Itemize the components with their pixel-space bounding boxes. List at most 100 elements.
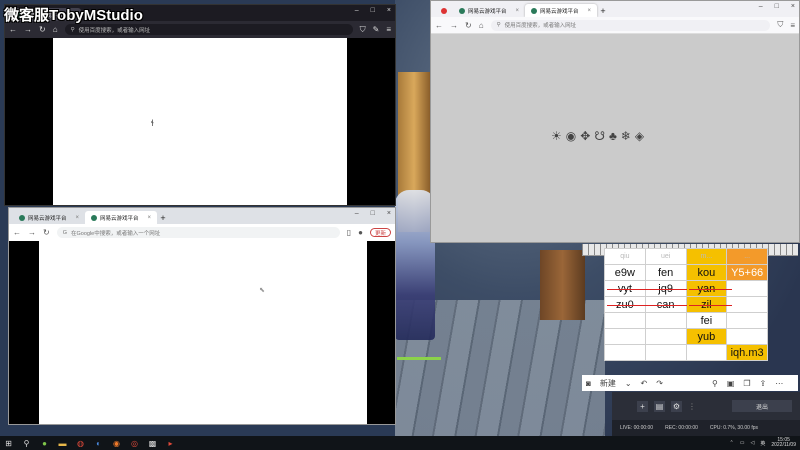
new-tab-button[interactable]: + [597, 4, 609, 17]
back-icon[interactable]: ← [9, 25, 17, 34]
close-window-button[interactable]: × [387, 7, 391, 14]
table-row: zu0 can zil [604, 296, 768, 313]
add-button[interactable]: + [637, 400, 648, 412]
more-vertical-icon[interactable]: ⋮ [688, 402, 696, 411]
page-content[interactable]: ☀ ◉ ✥ ☋ ♣ ❄ ◈ [431, 34, 799, 242]
chevron-up-icon[interactable]: ⌃ [730, 440, 734, 446]
loading-icon: ɬ [151, 118, 154, 128]
tab-cloud-game-2[interactable]: 网易云游戏平台 × [453, 4, 525, 17]
input-method-icon[interactable]: 英 [760, 440, 765, 447]
home-icon[interactable]: ⌂ [53, 25, 58, 34]
forward-icon[interactable]: → [450, 21, 458, 30]
back-icon[interactable]: ← [435, 21, 443, 30]
address-bar[interactable]: ⚲ 使用百度搜索，或者输入网址 [64, 24, 353, 35]
exit-button[interactable]: 退出 [732, 400, 792, 412]
tab-cloud-game-3[interactable]: 网易云游戏平台 × [525, 4, 598, 17]
firefox-icon [441, 7, 447, 14]
hydro-icon: ◉ [565, 129, 577, 143]
table-row: fei [604, 312, 768, 329]
system-tray: ⌃ ▭ ◁ 英 15:05 2022/11/09 [730, 436, 796, 450]
forward-icon[interactable]: → [28, 228, 36, 237]
window-controls: – □ × [355, 7, 391, 14]
table-row: qiu uei m... ... [604, 248, 768, 265]
search-icon: ⚲ [496, 22, 501, 28]
more-icon[interactable]: ⋯ [775, 379, 783, 388]
minimize-button[interactable]: – [355, 210, 359, 217]
table-row: e9w fen kou Y5+66 [604, 264, 768, 281]
volume-icon[interactable]: ◁ [750, 440, 754, 446]
close-tab-icon[interactable]: × [148, 215, 152, 221]
maximize-button[interactable]: □ [775, 3, 779, 10]
edge-icon[interactable]: ◐ [94, 439, 103, 448]
tab-cloud-game-1[interactable] [435, 4, 453, 17]
tab-strip: 网易云游戏平台 × 网易云游戏平台 × + [431, 1, 799, 17]
close-tab-icon[interactable]: × [76, 215, 80, 221]
nav-bar: ← → ↻ ⌂ ⚲ 使用百度搜索，或者输入网址 ⛉ ≡ [431, 17, 799, 34]
page-content[interactable]: ⬉ [39, 241, 367, 424]
site-favicon-icon [459, 7, 465, 14]
clock[interactable]: 15:05 2022/11/09 [771, 438, 796, 448]
share-icon[interactable]: ⇪ [760, 379, 767, 388]
settings-icon[interactable]: ⚙ [671, 400, 682, 412]
address-bar[interactable]: ⚲ 使用百度搜索，或者输入网址 [490, 19, 771, 31]
app-icon[interactable]: ● [40, 439, 49, 448]
back-icon[interactable]: ← [13, 228, 21, 237]
chevron-down-icon[interactable]: ⌄ [625, 379, 632, 388]
live-status: LIVE: 00:00:00 [620, 425, 654, 431]
scene-label[interactable]: 新建 [600, 378, 616, 389]
extension-icon[interactable]: ✎ [373, 25, 380, 34]
chrome-window: 网易云游戏平台 × 网易云游戏平台 × + – □ × ← → ↻ G 在Goo… [8, 207, 396, 425]
delete-button[interactable]: ▤ [654, 400, 665, 412]
rec-status: REC: 00:00:00 [665, 425, 698, 431]
shield-icon[interactable]: ⛉ [777, 20, 783, 30]
reload-icon[interactable]: ↻ [39, 25, 46, 34]
app-icon-2[interactable]: ▩ [148, 439, 157, 448]
profile-icon[interactable]: ● [358, 228, 363, 237]
electro-icon: ☋ [594, 129, 605, 143]
chrome-icon[interactable]: ◍ [76, 439, 85, 448]
close-tab-icon[interactable]: × [588, 8, 592, 14]
sidebar-icon[interactable]: ▯ [347, 228, 351, 237]
tab-cloud-game-2[interactable]: 网易云游戏平台 × [85, 211, 158, 224]
camera-icon[interactable]: ◙ [586, 379, 591, 388]
redo-icon[interactable]: ↷ [656, 379, 663, 388]
anemo-icon: ✥ [580, 129, 591, 143]
update-button[interactable]: 更新 [369, 228, 391, 237]
menu-icon[interactable]: ≡ [386, 25, 391, 34]
page-content[interactable]: ɬ [53, 38, 347, 205]
menu-icon[interactable]: ≡ [790, 21, 795, 30]
home-icon[interactable]: ⌂ [479, 21, 484, 30]
maximize-button[interactable]: □ [371, 7, 375, 14]
windows-start-icon[interactable]: ⊞ [4, 439, 13, 448]
window-controls: – □ × [355, 210, 391, 217]
new-tab-button[interactable]: + [157, 211, 169, 224]
spreadsheet-overlay: qiu uei m... ... e9w fen kou Y5+66 vyt j… [604, 248, 768, 361]
network-icon[interactable]: ▭ [740, 440, 745, 446]
tab-cloud-game-1[interactable]: 网易云游戏平台 × [13, 211, 85, 224]
close-tab-icon[interactable]: × [516, 8, 520, 14]
search-icon[interactable]: ⚲ [22, 439, 31, 448]
geo-icon: ◈ [634, 129, 645, 143]
shield-icon[interactable]: ⛉ [360, 25, 366, 35]
copy-icon[interactable]: ❐ [743, 379, 750, 388]
app-icon-3[interactable]: ▸ [166, 439, 175, 448]
save-icon[interactable]: ▣ [727, 379, 735, 388]
firefox-icon[interactable]: ◉ [112, 439, 121, 448]
reload-icon[interactable]: ↻ [43, 228, 50, 237]
undo-icon[interactable]: ↶ [641, 379, 648, 388]
firefox-window-dark: 网易云游戏平台 × + – □ × ← → ↻ ⌂ ⚲ 使用百度搜索，或者输入网… [4, 4, 396, 206]
windows-taskbar: ⊞ ⚲ ● ▬ ◍ ◐ ◉ ◎ ▩ ▸ ⌃ ▭ ◁ 英 15:05 2022/1… [0, 436, 800, 450]
obs-icon[interactable]: ◎ [130, 439, 139, 448]
maximize-button[interactable]: □ [371, 210, 375, 217]
table-row: yub [604, 328, 768, 345]
zoom-icon[interactable]: ⚲ [712, 379, 718, 388]
minimize-button[interactable]: – [759, 3, 763, 10]
forward-icon[interactable]: → [24, 25, 32, 34]
address-bar[interactable]: G 在Google中搜索，或者输入一个网址 [56, 227, 340, 238]
close-window-button[interactable]: × [791, 3, 795, 10]
minimize-button[interactable]: – [355, 7, 359, 14]
reload-icon[interactable]: ↻ [465, 21, 472, 30]
search-icon: ⚲ [70, 26, 75, 33]
close-window-button[interactable]: × [387, 210, 391, 217]
folder-icon[interactable]: ▬ [58, 439, 67, 448]
